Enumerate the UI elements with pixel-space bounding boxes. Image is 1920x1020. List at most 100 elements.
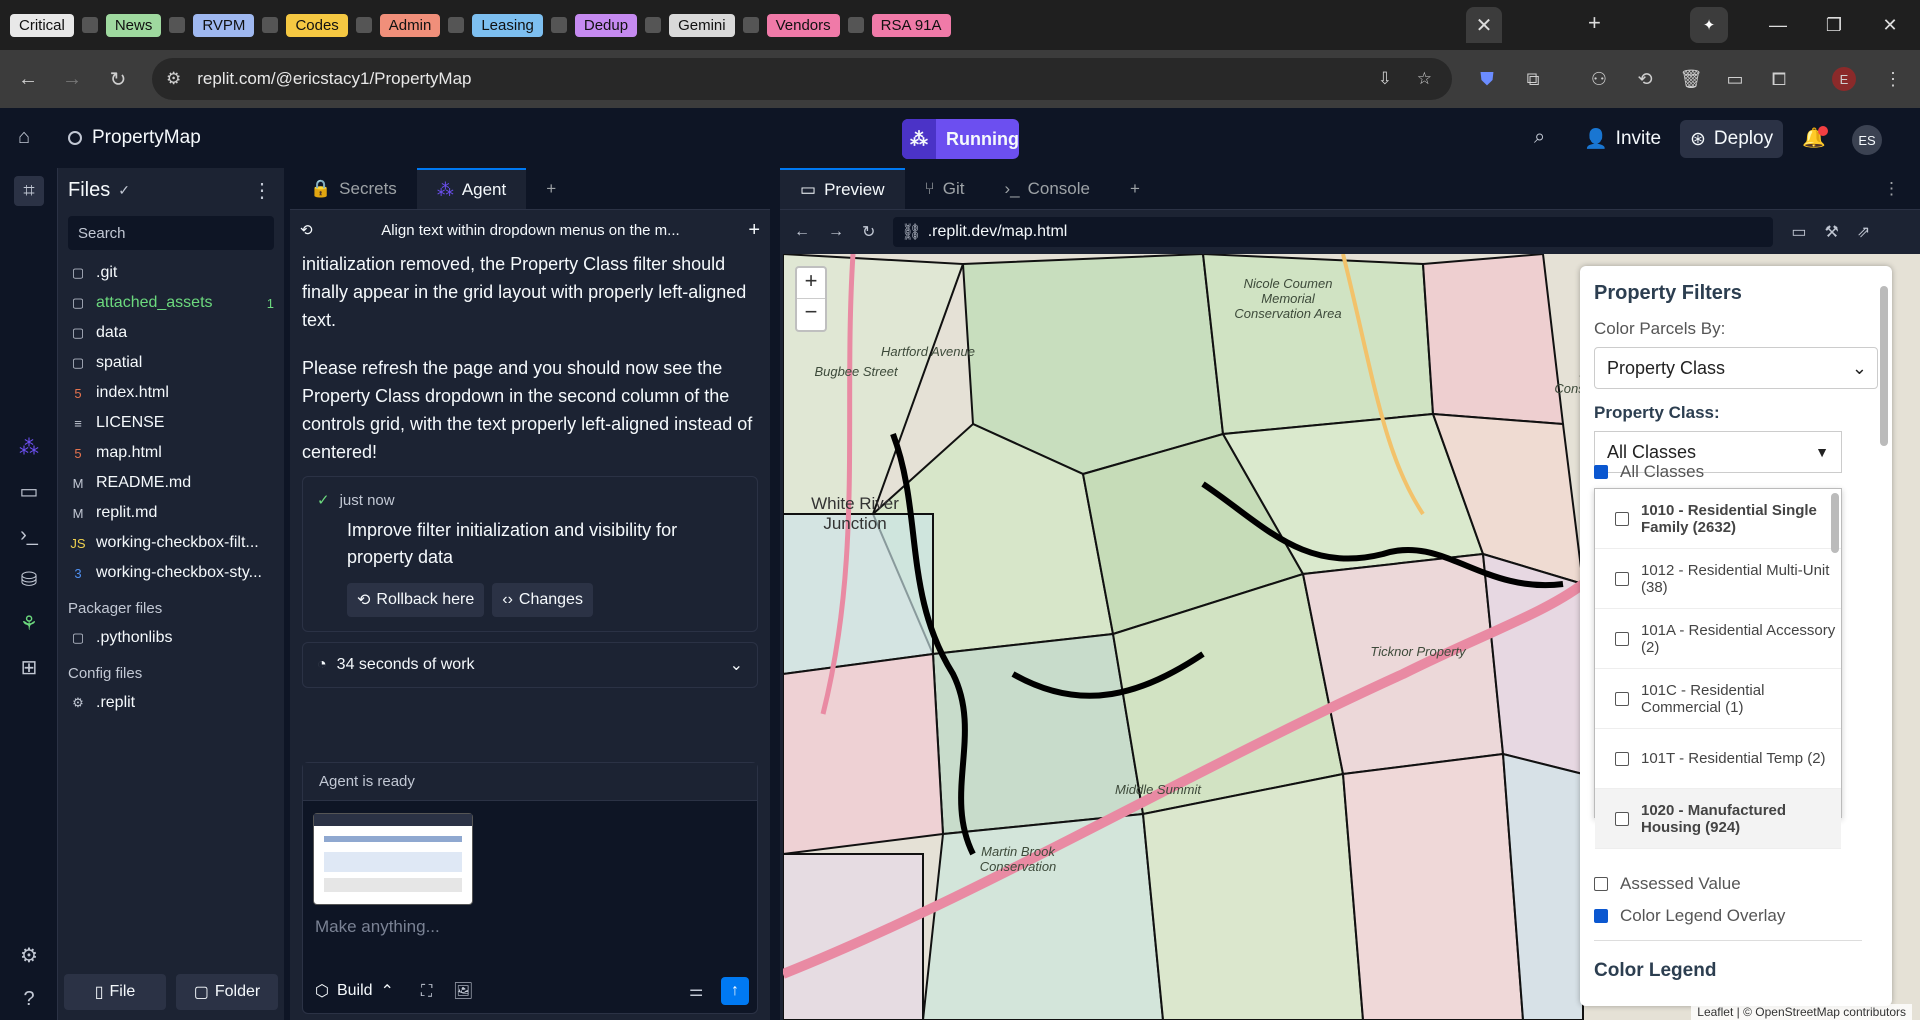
- bitwarden-icon[interactable]: ⛊: [1472, 64, 1502, 94]
- project-title[interactable]: PropertyMap: [68, 127, 201, 149]
- files-search-input[interactable]: Search: [68, 216, 274, 250]
- favicon-icon[interactable]: [355, 17, 372, 33]
- file-item[interactable]: ▢ .pythonlibs: [58, 623, 284, 653]
- option-checkbox[interactable]: [1615, 511, 1629, 526]
- bookmark-tab[interactable]: RVPM: [193, 13, 255, 37]
- extensions-icon[interactable]: ⧉: [1518, 64, 1548, 94]
- address-bar[interactable]: ⚙ replit.com/@ericstacy1/PropertyMap ⇩ ☆: [152, 58, 1452, 100]
- image-upload-icon[interactable]: 🖼: [453, 981, 473, 1001]
- bookmark-tab[interactable]: Leasing: [472, 13, 543, 37]
- favicon-icon[interactable]: [645, 17, 662, 33]
- file-item[interactable]: ≡ LICENSE: [58, 408, 284, 438]
- changes-button[interactable]: ‹› Changes: [492, 583, 593, 617]
- property-class-option[interactable]: 101A - Residential Accessory (2): [1595, 609, 1841, 669]
- all-tools-icon[interactable]: ⊞: [14, 652, 44, 682]
- attached-screenshot-thumbnail[interactable]: [313, 813, 473, 905]
- pane-menu-icon[interactable]: ⋮: [1863, 168, 1920, 209]
- option-checkbox[interactable]: [1615, 631, 1629, 646]
- file-item[interactable]: M README.md: [58, 468, 284, 498]
- map-canvas[interactable]: + − White River Junction Nicole Coumen Me…: [783, 254, 1920, 1020]
- bookmark-tab[interactable]: Gemini: [669, 13, 735, 37]
- property-class-option[interactable]: 1010 - Residential Single Family (2632): [1595, 489, 1841, 549]
- open-external-icon[interactable]: ⇗: [1857, 222, 1870, 242]
- install-app-icon[interactable]: ⇩: [1378, 69, 1392, 89]
- forward-icon[interactable]: →: [50, 57, 94, 101]
- active-tab-close-icon[interactable]: ✕: [1466, 7, 1502, 43]
- favicon-icon[interactable]: [169, 17, 186, 33]
- run-button[interactable]: ⁂ Running: [902, 119, 1019, 159]
- extension-icon[interactable]: ⚇: [1584, 64, 1614, 94]
- tab-git[interactable]: ⑂ Git: [905, 168, 985, 209]
- trash-icon[interactable]: 🗑: [1676, 64, 1706, 94]
- favicon-icon[interactable]: [847, 17, 864, 33]
- new-folder-button[interactable]: ▢ Folder: [176, 974, 278, 1010]
- git-tool-icon[interactable]: ⚘: [14, 608, 44, 638]
- forward-icon[interactable]: →: [828, 223, 844, 241]
- tab-console[interactable]: ›_ Console: [984, 168, 1110, 209]
- history-icon[interactable]: ⟲: [300, 221, 313, 239]
- favicon-icon[interactable]: [550, 17, 567, 33]
- bookmark-tab[interactable]: Admin: [379, 13, 441, 37]
- file-item[interactable]: 5 index.html: [58, 378, 284, 408]
- minimize-icon[interactable]: —: [1748, 0, 1808, 50]
- file-item[interactable]: 5 map.html: [58, 438, 284, 468]
- bookmark-tab[interactable]: Codes: [286, 13, 348, 37]
- panel-scrollbar[interactable]: [1880, 286, 1888, 446]
- add-tab-button[interactable]: +: [526, 168, 576, 209]
- agent-prompt-input[interactable]: Make anything...: [303, 917, 757, 937]
- settings-icon[interactable]: ⚙: [14, 940, 44, 970]
- database-tool-icon[interactable]: ⛁: [14, 564, 44, 594]
- bookmark-tab[interactable]: Dedup: [574, 13, 638, 37]
- invite-button[interactable]: 👤 Invite: [1574, 120, 1671, 158]
- new-file-button[interactable]: ▯ File: [64, 974, 166, 1010]
- file-item[interactable]: ▢ .git: [58, 258, 284, 288]
- bookmark-tab[interactable]: Critical: [10, 13, 74, 37]
- reload-icon[interactable]: ↻: [862, 222, 875, 242]
- bookmark-tab[interactable]: Vendors: [766, 13, 840, 37]
- shell-tool-icon[interactable]: ›_: [14, 520, 44, 550]
- help-icon[interactable]: ?: [14, 984, 44, 1014]
- rollback-button[interactable]: ⟲ Rollback here: [347, 583, 485, 617]
- agent-tool-icon[interactable]: ⁂: [14, 432, 44, 462]
- add-tab-button[interactable]: +: [1110, 168, 1160, 209]
- option-checkbox[interactable]: [1615, 811, 1629, 826]
- settings-sliders-icon[interactable]: ⚌: [689, 981, 703, 1001]
- property-class-option[interactable]: 101C - Residential Commercial (1): [1595, 669, 1841, 729]
- zoom-out-button[interactable]: −: [797, 299, 825, 325]
- assessed-value-option[interactable]: Assessed Value: [1594, 874, 1741, 894]
- new-tab-button[interactable]: +: [1588, 10, 1601, 36]
- property-class-dropdown-list[interactable]: 1010 - Residential Single Family (2632) 1…: [1594, 488, 1842, 849]
- file-item[interactable]: JS working-checkbox-filt...: [58, 528, 284, 558]
- file-item[interactable]: ⚙ .replit: [58, 688, 284, 718]
- close-window-icon[interactable]: ✕: [1860, 0, 1920, 50]
- dropdown-scrollbar[interactable]: [1831, 493, 1839, 553]
- user-avatar[interactable]: ES: [1852, 125, 1882, 155]
- gemini-icon[interactable]: ✦: [1690, 7, 1728, 43]
- screenshot-icon[interactable]: ⛶: [421, 983, 432, 1001]
- tab-agent[interactable]: ⁂ Agent: [416, 168, 527, 209]
- preview-tool-icon[interactable]: ▭: [14, 476, 44, 506]
- property-class-option[interactable]: 1020 - Manufactured Housing (924): [1595, 789, 1841, 849]
- property-class-option[interactable]: 1012 - Residential Multi-Unit (38): [1595, 549, 1841, 609]
- favicon-icon[interactable]: [742, 17, 759, 33]
- bookmark-star-icon[interactable]: ☆: [1417, 69, 1432, 89]
- file-item[interactable]: ▢ attached_assets 1: [58, 288, 284, 318]
- legend-overlay-checkbox[interactable]: [1594, 909, 1608, 923]
- new-thread-icon[interactable]: +: [748, 219, 760, 242]
- file-item[interactable]: 3 working-checkbox-sty...: [58, 558, 284, 588]
- option-checkbox[interactable]: [1615, 751, 1629, 766]
- file-item[interactable]: ▢ spatial: [58, 348, 284, 378]
- search-icon[interactable]: ⌕: [1534, 126, 1545, 149]
- option-checkbox[interactable]: [1615, 571, 1629, 586]
- site-info-icon[interactable]: ⚙: [166, 69, 181, 89]
- bookmark-tab[interactable]: RSA 91A: [871, 13, 951, 37]
- zoom-in-button[interactable]: +: [797, 268, 825, 299]
- tab-preview[interactable]: ▭ Preview: [780, 168, 905, 209]
- back-icon[interactable]: ←: [6, 57, 50, 101]
- card-icon[interactable]: ▭: [1720, 64, 1750, 94]
- restore-icon[interactable]: ❐: [1804, 0, 1864, 50]
- assessed-value-checkbox[interactable]: [1594, 877, 1608, 891]
- back-icon[interactable]: ←: [794, 223, 810, 241]
- tab-search-icon[interactable]: ⧠: [1764, 64, 1794, 94]
- work-summary[interactable]: ◔ 34 seconds of work ⌄: [302, 642, 758, 688]
